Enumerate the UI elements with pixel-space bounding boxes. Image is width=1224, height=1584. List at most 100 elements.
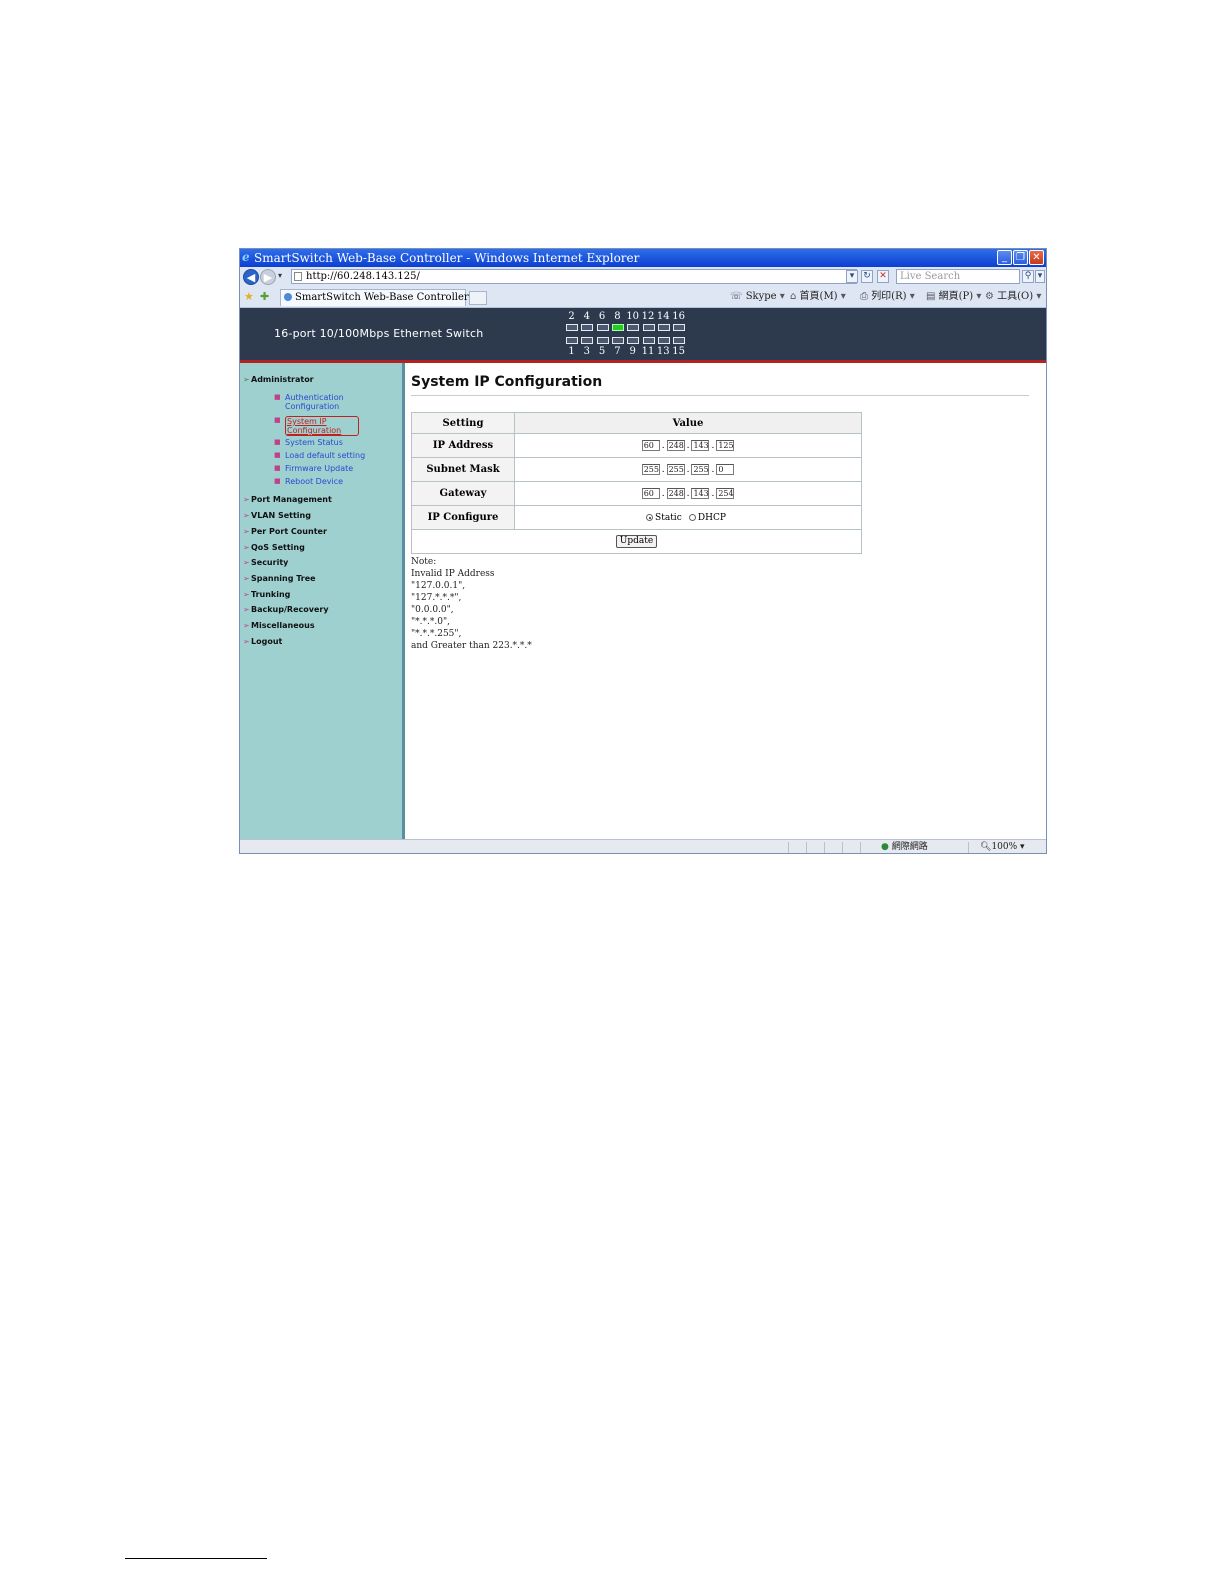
print-button[interactable]: ⎙ 列印(R) ▾ [860,290,915,304]
port-number-label: 1 [568,346,575,357]
port-15-indicator[interactable] [673,337,686,344]
sidebar-item-label: Logout [251,637,283,646]
sidebar-subitem-label: Load default setting [285,451,366,460]
ip-octet-4-input[interactable]: 125 [716,440,735,451]
sidebar-item-miscellaneous[interactable]: ➢Miscellaneous [243,621,315,631]
sidebar-item-label: Security [251,558,289,567]
search-input[interactable]: Live Search [896,269,1020,284]
mask-octet-3-input[interactable]: 255 [691,464,710,475]
url-input[interactable]: http://60.248.143.125/ [291,269,857,284]
port-9-indicator[interactable] [627,337,640,344]
tab-label: SmartSwitch Web-Base Controller [295,292,469,303]
forward-button[interactable]: ▶ [260,269,276,285]
port-5-indicator[interactable] [596,337,609,344]
port-1-indicator[interactable] [566,337,578,344]
new-tab-button[interactable] [469,291,487,305]
port-number-label: 13 [656,346,670,357]
port-8-indicator[interactable] [611,324,624,331]
zoom-dropdown-icon[interactable]: ▾ [1020,842,1025,852]
column-header-setting: Setting [411,412,515,434]
sidebar: ➢Administrator ■ Authentication Configura… [240,363,405,839]
sidebar-item-port-management[interactable]: ➢Port Management [243,495,332,505]
sidebar-item-security[interactable]: ➢Security [243,558,288,568]
port-16-indicator[interactable] [673,324,686,331]
ip-octet-1-input[interactable]: 60 [641,440,660,451]
tools-menu-button[interactable]: ⚙ 工具(O) ▾ [985,290,1041,304]
address-dropdown-icon[interactable]: ▾ [846,270,858,283]
port-number-label: 6 [598,311,606,322]
print-dropdown-icon[interactable]: ▾ [910,291,915,302]
port-11-indicator[interactable] [642,337,655,344]
port-6-indicator[interactable] [596,324,609,331]
globe-icon: ● [881,842,889,852]
ip-address-label: IP Address [411,433,515,458]
tab-smartswitch[interactable]: SmartSwitch Web-Base Controller [280,289,469,306]
skype-button[interactable]: ☏ Skype ▾ [730,290,785,304]
port-12-indicator[interactable] [642,324,655,331]
port-4-indicator[interactable] [581,324,594,331]
note-line: "127.0.0.1", [411,581,466,591]
port-7-indicator[interactable] [611,337,624,344]
port-10-indicator[interactable] [627,324,640,331]
subnet-mask-label: Subnet Mask [411,457,515,482]
mask-octet-4-input[interactable]: 0 [716,464,735,475]
static-radio[interactable] [646,514,654,521]
arrow-icon: ➢ [243,637,250,646]
port-number-label: 10 [626,311,640,322]
tools-dropdown-icon[interactable]: ▾ [1036,291,1041,302]
minimize-button[interactable]: _ [997,250,1012,265]
ip-octet-3-input[interactable]: 143 [691,440,710,451]
gateway-octet-3-input[interactable]: 143 [691,488,710,499]
browser-window: e SmartSwitch Web-Base Controller - Wind… [239,248,1047,854]
zoom-control[interactable]: 🔍︎100% ▾ [980,841,1025,853]
sidebar-item-label: VLAN Setting [251,511,311,520]
sidebar-item-vlan[interactable]: ➢VLAN Setting [243,511,311,521]
main-content: System IP Configuration Setting Value IP… [405,363,1046,839]
title-divider [411,395,1029,396]
close-button[interactable]: ✕ [1029,250,1044,265]
sidebar-item-port-counter[interactable]: ➢Per Port Counter [243,527,327,537]
dhcp-radio[interactable] [688,514,696,521]
window-title: SmartSwitch Web-Base Controller - Window… [254,251,640,265]
note-line: Note: [411,557,437,567]
port-14-indicator[interactable] [657,324,670,331]
search-options-icon[interactable]: ▾ [1035,270,1045,283]
home-button[interactable]: ⌂ 首頁(M) ▾ [790,290,846,304]
sidebar-item-trunking[interactable]: ➢Trunking [243,590,290,600]
print-icon: ⎙ [860,291,868,302]
port-13-indicator[interactable] [657,337,670,344]
port-number-label: 12 [641,311,655,322]
page-dropdown-icon[interactable]: ▾ [976,291,981,302]
restore-button[interactable]: ❐ [1013,250,1028,265]
sidebar-item-logout[interactable]: ➢Logout [243,637,282,647]
refresh-button[interactable]: ↻ [861,270,873,283]
update-button[interactable]: Update [615,535,658,548]
page-menu-button[interactable]: ▤ 網頁(P) ▾ [926,290,981,304]
switch-title: 16-port 10/100Mbps Ethernet Switch [274,327,484,340]
sidebar-item-backup[interactable]: ➢Backup/Recovery [243,605,329,615]
port-3-indicator[interactable] [581,337,594,344]
sidebar-item-administrator[interactable]: ➢Administrator [243,375,314,385]
page-title: System IP Configuration [411,374,603,390]
stop-button[interactable]: ✕ [877,270,889,283]
sidebar-item-spanning-tree[interactable]: ➢Spanning Tree [243,574,316,584]
ip-octet-2-input[interactable]: 248 [666,440,685,451]
mask-octet-2-input[interactable]: 255 [666,464,685,475]
home-dropdown-icon[interactable]: ▾ [841,291,846,302]
mask-octet-1-input[interactable]: 255 [641,464,660,475]
table-header-row: Setting Value [411,412,862,434]
gateway-octet-4-input[interactable]: 254 [716,488,735,499]
favorites-star-icon[interactable]: ★ [244,290,254,303]
arrow-icon: ➢ [243,590,250,599]
gateway-octet-2-input[interactable]: 248 [666,488,685,499]
table-row-update: Update [411,529,862,554]
back-button[interactable]: ◀ [243,269,259,285]
sidebar-item-label: Miscellaneous [251,621,315,630]
history-dropdown-icon[interactable]: ▾ [278,271,282,280]
add-favorite-icon[interactable]: ✚ [260,290,269,303]
search-icon[interactable]: ⚲ [1022,270,1034,283]
skype-dropdown-icon[interactable]: ▾ [780,291,785,302]
sidebar-item-qos[interactable]: ➢QoS Setting [243,543,305,553]
gateway-octet-1-input[interactable]: 60 [641,488,660,499]
port-2-indicator[interactable] [566,324,578,331]
